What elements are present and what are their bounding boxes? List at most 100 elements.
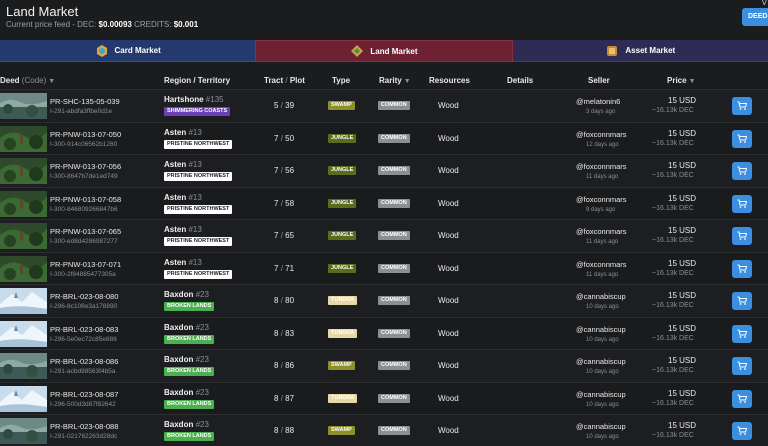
resource-value: Wood (438, 133, 459, 143)
seller-name[interactable]: @cannabiscup (576, 325, 626, 334)
deed-id[interactable]: PR-BRL-023-08-080 (50, 292, 118, 301)
resource-value: Wood (438, 198, 459, 208)
resource-value: Wood (438, 166, 459, 175)
region-label: Baxdon (164, 420, 194, 429)
buy-button[interactable] (732, 324, 752, 343)
deed-id[interactable]: PR-BRL-023-08-083 (50, 325, 118, 334)
table-row[interactable]: PR-BRL-023-08-088 I-291-021762263d28dc B… (0, 414, 768, 446)
column-plot-label: Plot (289, 76, 305, 85)
deed-id[interactable]: PR-PNW-013-07-071 (50, 260, 121, 269)
seller-name[interactable]: @cannabiscup (576, 390, 626, 399)
cart-icon (737, 329, 747, 338)
listed-ago: 9 days ago (586, 206, 616, 213)
region-label: Hartshone (164, 95, 204, 104)
price-usd: 15 USD (668, 128, 697, 138)
price-dec: ~16.13k DEC (652, 432, 694, 439)
column-price-label: Price (667, 76, 687, 85)
tab-asset-market[interactable]: Asset Market (512, 40, 768, 62)
tract-value: 8 (274, 296, 279, 305)
buy-button[interactable] (732, 162, 752, 180)
column-rarity[interactable]: Rarity ▼ (379, 76, 411, 85)
region-number: #13 (188, 192, 202, 202)
listed-ago: 10 days ago (586, 336, 619, 343)
table-row[interactable]: PR-PNW-013-07-058 I-300-846809266847b6 A… (0, 186, 768, 219)
region-number: #13 (188, 127, 202, 137)
buy-button[interactable] (732, 422, 752, 440)
resource-value: Wood (438, 296, 459, 305)
region-number: #13 (188, 257, 202, 267)
buy-button[interactable] (732, 129, 752, 148)
region-name: Asten #13 (164, 128, 202, 137)
table-row[interactable]: PR-SHC-135-05-039 I-291-abdfa3ffbe0d1e H… (0, 89, 768, 122)
seller-name[interactable]: @cannabiscup (576, 422, 626, 431)
price-dec: ~16.13k DEC (652, 172, 694, 179)
seller-name[interactable]: @foxconnmars (576, 260, 627, 269)
seller-name[interactable]: @foxconnmars (576, 195, 627, 204)
territory-badge: SHIMMERING COASTS (164, 107, 231, 116)
listings-table: PR-SHC-135-05-039 I-291-abdfa3ffbe0d1e H… (0, 89, 768, 446)
deed-id[interactable]: PR-PNW-013-07-050 (50, 130, 121, 139)
table-row[interactable]: PR-PNW-013-07-050 I-300-914c06562b1260 A… (0, 121, 768, 154)
tract-value: 7 (274, 263, 279, 273)
price-usd: 15 USD (668, 226, 697, 235)
tract-plot: 8 / 83 (274, 328, 295, 338)
buy-button[interactable] (732, 389, 752, 408)
region-name: Asten #13 (164, 160, 202, 169)
territory-badge: BROKEN LANDS (164, 302, 215, 311)
rarity-badge: COMMON (378, 133, 410, 143)
column-deed[interactable]: Deed (Code) ▼ (0, 76, 55, 85)
buy-button[interactable] (732, 259, 752, 278)
buy-button[interactable] (732, 97, 752, 115)
listed-ago: 11 days ago (586, 239, 619, 245)
deed-id[interactable]: PR-BRL-023-08-087 (50, 390, 118, 399)
region-label: Asten (164, 127, 187, 137)
table-row[interactable]: PR-BRL-023-08-080 I-296-8c108e3a178890 B… (0, 284, 768, 317)
deed-code: I-300-8647b7de1ed749 (50, 173, 118, 180)
region-label: Asten (164, 192, 187, 202)
seller-name[interactable]: @cannabiscup (576, 357, 626, 366)
rarity-badge: COMMON (378, 426, 410, 435)
table-row[interactable]: PR-PNW-013-07-056 I-300-8647b7de1ed749 A… (0, 154, 768, 187)
table-row[interactable]: PR-PNW-013-07-065 I-300-ed8d4286987277 A… (0, 219, 768, 252)
column-tract-plot[interactable]: Tract / Plot (264, 76, 305, 85)
deed-code: I-300-ed8d4286987277 (50, 238, 118, 245)
column-price[interactable]: Price ▼ (667, 76, 696, 85)
column-type[interactable]: Type (332, 76, 350, 85)
deed-thumbnail (0, 125, 47, 152)
deed-id[interactable]: PR-PNW-013-07-065 (50, 227, 121, 236)
region-label: Baxdon (164, 322, 194, 332)
column-resources[interactable]: Resources (429, 76, 470, 85)
table-row[interactable]: PR-BRL-023-08-083 I-296-5e0ec72c85e886 B… (0, 316, 768, 349)
seller-name[interactable]: @foxconnmars (576, 162, 627, 171)
table-row[interactable]: PR-BRL-023-08-086 I-291-acbd98563f4b5a B… (0, 349, 768, 382)
listed-ago: 10 days ago (586, 401, 619, 408)
tab-card-market[interactable]: Card Market (0, 40, 256, 62)
deed-id[interactable]: PR-PNW-013-07-058 (50, 195, 121, 204)
deed-id[interactable]: PR-SHC-135-05-039 (50, 97, 120, 106)
column-deed-sub: (Code) (21, 76, 47, 85)
table-row[interactable]: PR-PNW-013-07-071 I-300-2f84885477305a A… (0, 251, 768, 284)
seller-name[interactable]: @melatonin6 (576, 97, 620, 106)
column-region[interactable]: Region / Territory (164, 76, 230, 85)
table-row[interactable]: PR-BRL-023-08-087 I-296-500d3d87f82642 B… (0, 381, 768, 414)
buy-button[interactable] (732, 194, 752, 213)
deed-id[interactable]: PR-BRL-023-08-086 (50, 357, 118, 366)
deed-id[interactable]: PR-BRL-023-08-088 (50, 422, 118, 431)
price-dec: ~16.13k DEC (652, 302, 694, 309)
buy-button[interactable] (732, 292, 752, 310)
seller-name[interactable]: @foxconnmars (576, 227, 627, 236)
seller-name[interactable]: @cannabiscup (576, 292, 626, 301)
buy-button[interactable] (732, 227, 752, 245)
price-dec: ~16.13k DEC (652, 367, 694, 374)
tab-label: Asset Market (625, 46, 676, 55)
tab-land-market[interactable]: Land Market (255, 40, 513, 62)
deeds-button[interactable]: DEEDS (742, 8, 768, 26)
card-icon (95, 44, 109, 58)
column-tract-label: Tract (264, 76, 284, 85)
column-seller[interactable]: Seller (588, 76, 610, 85)
seller-name[interactable]: @foxconnmars (576, 130, 627, 139)
region-number: #23 (195, 387, 209, 397)
buy-button[interactable] (732, 357, 752, 375)
deed-id[interactable]: PR-PNW-013-07-056 (50, 162, 121, 171)
listed-ago: 10 days ago (586, 369, 619, 375)
